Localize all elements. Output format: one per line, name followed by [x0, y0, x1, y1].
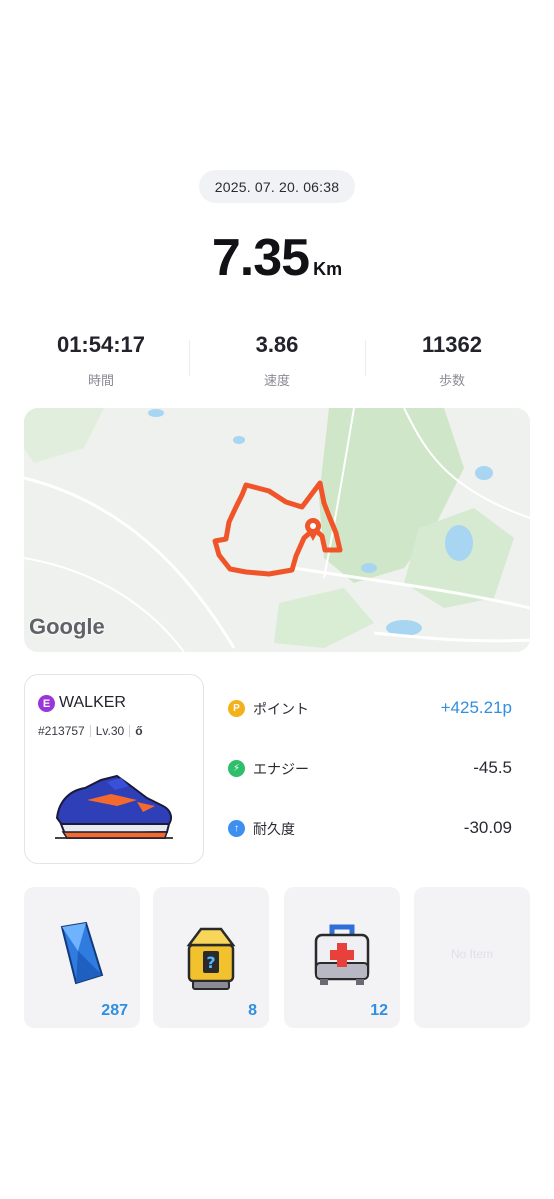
walker-name: WALKER — [59, 694, 126, 711]
walker-level: Lv.30 — [95, 724, 125, 738]
stat-divider — [189, 340, 190, 376]
item-slot-first-aid[interactable]: 12 — [284, 887, 400, 1028]
item-slot-mystery-box[interactable]: ? 8 — [153, 887, 269, 1028]
stat-time-value: 01:54:17 — [56, 332, 146, 357]
stat-divider — [365, 340, 366, 376]
walker-card[interactable]: E WALKER #213757 Lv.30 ő — [24, 674, 204, 864]
item-slot-crystal[interactable]: 287 — [24, 887, 140, 1028]
reward-energy: ⚡ エナジー -45.5 — [228, 758, 518, 782]
reward-points: P ポイント +425.21p — [228, 698, 518, 722]
lake — [148, 409, 164, 417]
lake — [445, 525, 473, 561]
svg-text:?: ? — [206, 953, 215, 972]
stat-steps-label: 歩数 — [438, 373, 465, 388]
walker-meta: #213757 Lv.30 ő — [38, 724, 143, 738]
lake — [361, 563, 377, 573]
route-map[interactable]: Google — [24, 408, 530, 652]
distance-value: 7.35 — [211, 229, 310, 287]
google-attribution: Google — [29, 614, 105, 639]
walker-grade-badge: E — [38, 695, 55, 712]
reward-label: エナジー — [253, 761, 309, 777]
empty-slot-label: No Item — [450, 947, 493, 961]
walker-id: #213757 — [38, 724, 85, 738]
stat-steps: 11362 歩数 — [367, 332, 537, 389]
durability-arrow-icon: ↑ — [228, 820, 245, 837]
reward-label: 耐久度 — [253, 821, 295, 837]
stat-time-label: 時間 — [87, 373, 114, 388]
item-count: 287 — [101, 1002, 128, 1019]
blue-crystal-icon — [60, 921, 104, 985]
item-slot-empty[interactable]: No Item — [414, 887, 530, 1028]
reward-value: -45.5 — [473, 758, 512, 777]
reward-label: ポイント — [253, 701, 309, 717]
reward-value: +425.21p — [440, 698, 512, 717]
reward-durability: ↑ 耐久度 -30.09 — [228, 818, 518, 842]
stat-steps-value: 11362 — [422, 332, 482, 357]
lake — [233, 436, 245, 444]
item-count: 12 — [370, 1002, 388, 1019]
point-coin-icon: P — [228, 700, 245, 717]
reward-value: -30.09 — [463, 818, 512, 837]
activity-datetime: 2025. 07. 20. 06:38 — [214, 178, 340, 195]
stat-speed: 3.86 速度 — [192, 332, 362, 389]
meta-divider — [89, 725, 91, 737]
stat-speed-value: 3.86 — [255, 332, 299, 357]
stat-time: 01:54:17 時間 — [16, 332, 186, 389]
item-count: 8 — [248, 1002, 257, 1019]
lake — [475, 466, 493, 480]
first-aid-kit-icon — [314, 924, 370, 985]
meta-divider — [129, 725, 131, 737]
energy-bolt-icon: ⚡ — [228, 760, 245, 777]
stat-speed-label: 速度 — [263, 373, 290, 388]
date-pill: 2025. 07. 20. 06:38 — [199, 170, 355, 203]
walker-gender: ő — [135, 724, 143, 738]
distance-unit: Km — [313, 259, 343, 279]
sneaker-icon — [55, 774, 173, 839]
mystery-box-icon: ? — [186, 927, 236, 990]
distance-display: 7.35 Km — [0, 228, 554, 288]
